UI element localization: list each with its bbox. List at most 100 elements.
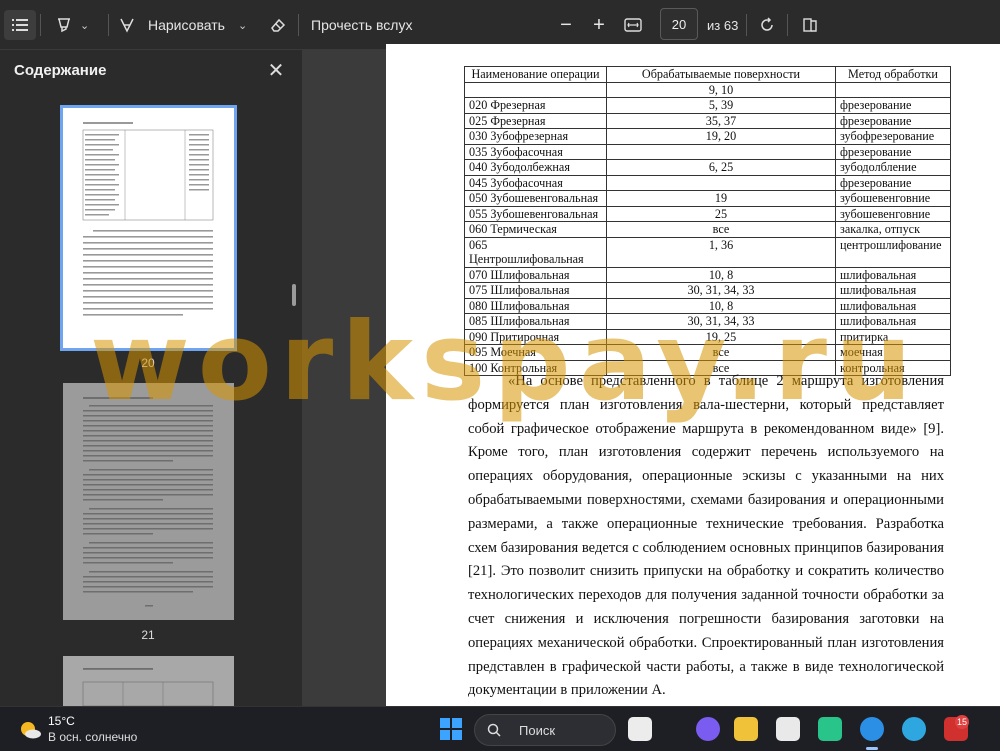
draw-button[interactable]: Нарисовать: [118, 0, 225, 50]
chevron-down-icon: ⌄: [80, 19, 90, 32]
page-thumbnail-22[interactable]: [63, 656, 234, 707]
table-cell: 10, 8: [606, 297, 836, 314]
contents-sidebar: Содержание ✕ 20 21: [0, 50, 302, 707]
table-cell: [606, 143, 836, 160]
fit-width-icon: [617, 10, 649, 40]
table-cell: [835, 81, 951, 98]
zoom-in-button[interactable]: +: [583, 0, 615, 50]
table-cell: 19: [606, 190, 836, 207]
page-view-button[interactable]: [794, 0, 826, 50]
table-cell: 19, 20: [606, 128, 836, 145]
table-row: 020 Фрезерная 5, 39 фрезерование: [464, 97, 951, 114]
table-cell: 19, 25: [606, 328, 836, 345]
page-view-icon: [794, 10, 826, 40]
table-cell: 090 Притирочная: [464, 328, 607, 345]
document-viewport[interactable]: Наименование операции Обрабатываемые пов…: [302, 44, 1000, 706]
table-cell: все: [606, 221, 836, 238]
store-icon[interactable]: [776, 717, 800, 741]
column-header: Метод обработки: [835, 66, 951, 83]
toolbar-divider: [108, 14, 109, 36]
draw-label: Нарисовать: [148, 17, 225, 33]
fit-width-button[interactable]: [617, 0, 649, 50]
table-cell: 085 Шлифовальная: [464, 313, 607, 330]
table-cell: зубодолбление: [835, 159, 951, 176]
table-cell: шлифовальная: [835, 313, 951, 330]
table-cell: шлифовальная: [835, 266, 951, 283]
highlighter-icon: [48, 10, 80, 40]
page-total-label: из 63: [707, 17, 739, 33]
thumbnail-preview: [82, 122, 214, 316]
search-label: Поиск: [519, 722, 556, 738]
table-cell: моечная: [835, 344, 951, 361]
weather-temperature: 15°C: [48, 714, 75, 728]
table-cell: 30, 31, 34, 33: [606, 313, 836, 330]
table-cell: фрезерование: [835, 143, 951, 160]
edge-icon[interactable]: [860, 717, 884, 741]
table-body: 9, 10 020 Фрезерная 5, 39 фрезерование 025 Ф…: [464, 81, 951, 376]
table-cell: [464, 81, 607, 98]
start-button[interactable]: [440, 718, 462, 740]
table-row: 035 Зубофасочная фрезерование: [464, 143, 951, 160]
close-sidebar-button[interactable]: ✕: [264, 58, 288, 82]
table-cell: закалка, отпуск: [835, 221, 951, 238]
chevron-down-icon: ⌄: [238, 19, 248, 32]
table-row: 065 Центрошлифовальная 1, 36 центрошлифова…: [464, 236, 951, 268]
plus-icon: +: [593, 13, 605, 36]
table-row: 050 Зубошевенговальная 19 зубошевенговние: [464, 190, 951, 207]
highlight-dropdown[interactable]: ⌄: [80, 0, 89, 50]
thumbnail-page-number: 21: [141, 628, 155, 642]
toolbar-divider: [746, 14, 747, 36]
page-thumbnail-20[interactable]: [60, 105, 237, 351]
table-cell: 045 Зубофасочная: [464, 174, 607, 191]
table-cell: 25: [606, 205, 836, 222]
table-cell: центрошлифование: [835, 236, 951, 268]
table-cell: шлифовальная: [835, 297, 951, 314]
table-cell: 050 Зубошевенговальная: [464, 190, 607, 207]
draw-icon: [118, 16, 140, 34]
table-cell: [606, 174, 836, 191]
file-explorer-icon[interactable]: [734, 717, 758, 741]
table-cell: 095 Моечная: [464, 344, 607, 361]
highlight-button[interactable]: [48, 0, 80, 50]
reader-toolbar: ⌄ Нарисовать ⌄ Прочесть вслух − + 20 из …: [0, 0, 1000, 50]
table-cell: 035 Зубофасочная: [464, 143, 607, 160]
eraser-icon: [262, 10, 294, 40]
task-view-icon[interactable]: [628, 717, 652, 741]
taskbar-search[interactable]: Поиск: [474, 714, 616, 746]
table-cell: 025 Фрезерная: [464, 112, 607, 129]
table-cell: 10, 8: [606, 266, 836, 283]
read-aloud-button[interactable]: Прочесть вслух: [311, 0, 412, 50]
list-icon: [4, 10, 36, 40]
toolbar-divider: [298, 14, 299, 36]
column-header: Обрабатываемые поверхности: [606, 66, 836, 83]
table-cell: фрезерование: [835, 97, 951, 114]
draw-dropdown[interactable]: ⌄: [238, 0, 247, 50]
document-page: Наименование операции Обрабатываемые пов…: [386, 44, 1000, 706]
eraser-button[interactable]: [262, 0, 294, 50]
table-cell: 065 Центрошлифовальная: [464, 236, 607, 268]
rotate-button[interactable]: [751, 0, 783, 50]
app-icon[interactable]: [818, 717, 842, 741]
telegram-icon[interactable]: [902, 717, 926, 741]
column-header: Наименование операции: [464, 66, 607, 83]
table-row: 060 Термическая все закалка, отпуск: [464, 221, 951, 238]
table-row: 9, 10: [464, 81, 951, 98]
table-cell: 040 Зубодолбежная: [464, 159, 607, 176]
read-aloud-label: Прочесть вслух: [311, 17, 413, 33]
body-paragraph: «На основе представленного в таблице 2 м…: [468, 373, 944, 699]
notification-badge: 15: [955, 715, 970, 729]
table-row: 040 Зубодолбежная 6, 25 зубодолбление: [464, 159, 951, 176]
sidebar-scrollbar[interactable]: [292, 284, 296, 306]
table-row: 030 Зубофрезерная 19, 20 зубофрезерование: [464, 128, 951, 145]
contents-button[interactable]: [4, 0, 36, 50]
page-number-input[interactable]: 20: [660, 8, 698, 40]
weather-description: В осн. солнечно: [48, 730, 138, 744]
zoom-out-button[interactable]: −: [550, 0, 582, 50]
table-cell: 060 Термическая: [464, 221, 607, 238]
table-row: 080 Шлифовальная 10, 8 шлифовальная: [464, 297, 951, 314]
chat-icon[interactable]: [696, 717, 720, 741]
table-cell: 070 Шлифовальная: [464, 266, 607, 283]
page-thumbnail-21[interactable]: [63, 383, 234, 620]
table-row: 090 Притирочная 19, 25 притирка: [464, 328, 951, 345]
thumbnail-preview: [83, 397, 213, 607]
